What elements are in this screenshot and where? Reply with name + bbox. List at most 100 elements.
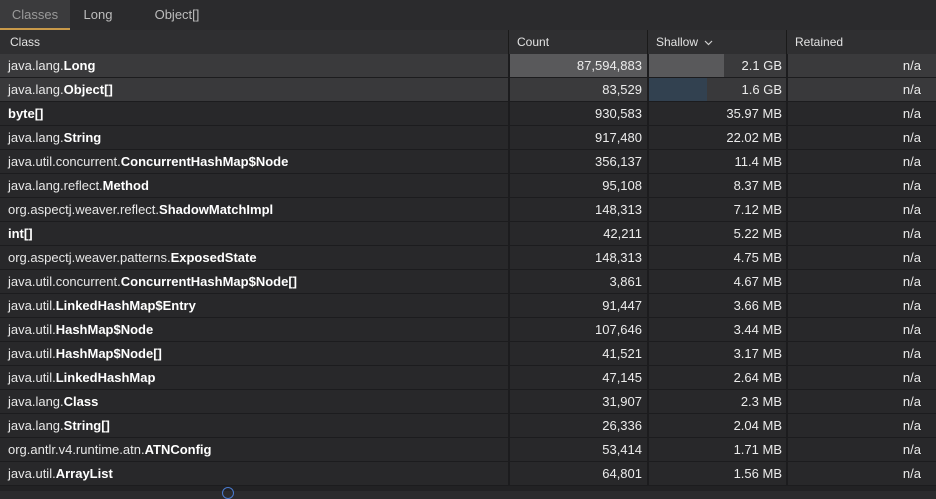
simple-class-name: byte[] [8,106,44,121]
table-row[interactable]: java.lang.String 917,480 22.02 MB n/a [0,126,936,150]
count-cell: 83,529 [510,78,647,101]
retained-cell-value: n/a [902,58,921,73]
count-cell: 148,313 [510,246,647,269]
column-separator [647,150,649,173]
class-name-cell: java.lang.String[] [0,414,508,437]
column-separator [647,246,649,269]
shallow-cell-value: 1.6 GB [741,82,782,97]
column-header-class[interactable]: Class [10,30,40,54]
package-name: java.lang. [8,394,64,409]
table-row[interactable]: java.lang.String[] 26,336 2.04 MB n/a [0,414,936,438]
table-header: Class Count Shallow Retained [0,30,936,55]
retained-cell-value: n/a [902,274,921,289]
column-divider[interactable] [647,30,648,54]
table-row[interactable]: org.antlr.v4.runtime.atn.ATNConfig 53,414… [0,438,936,462]
shallow-cell: 1.71 MB [649,438,786,461]
class-name-cell: java.util.ArrayList [0,462,508,485]
table-row[interactable]: java.lang.Long 87,594,883 2.1 GB n/a [0,54,936,78]
column-separator [508,294,510,317]
table-row[interactable]: org.aspectj.weaver.reflect.ShadowMatchIm… [0,198,936,222]
column-separator [647,270,649,293]
retained-cell: n/a [788,294,936,317]
retained-cell-value: n/a [902,370,921,385]
tab-object-array[interactable]: Object[] [148,0,206,30]
retained-cell: n/a [788,366,936,389]
retained-cell: n/a [788,222,936,245]
simple-class-name: LinkedHashMap$Entry [55,298,196,313]
shallow-cell-value: 1.56 MB [733,466,782,481]
table-row[interactable]: org.aspectj.weaver.patterns.ExposedState… [0,246,936,270]
count-cell-value: 53,414 [602,442,642,457]
tab-classes[interactable]: Classes [0,0,70,30]
column-header-shallow[interactable]: Shallow [656,30,713,54]
class-name-cell: java.util.HashMap$Node [0,318,508,341]
count-cell-value: 31,907 [602,394,642,409]
table-row[interactable]: java.util.LinkedHashMap$Entry 91,447 3.66 … [0,294,936,318]
column-separator [508,462,510,485]
table-row[interactable]: java.util.ArrayList 64,801 1.56 MB n/a [0,462,936,486]
column-separator [786,198,788,221]
table-row[interactable]: java.lang.Object[] 83,529 1.6 GB n/a [0,78,936,102]
count-cell: 3,861 [510,270,647,293]
simple-class-name: LinkedHashMap [55,370,156,385]
retained-cell-value: n/a [902,154,921,169]
table-row[interactable]: int[] 42,211 5.22 MB n/a [0,222,936,246]
table-row[interactable]: java.lang.Class 31,907 2.3 MB n/a [0,390,936,414]
simple-class-name: Long [63,58,96,73]
column-separator [508,342,510,365]
chevron-down-icon [704,40,713,46]
class-name-cell: org.aspectj.weaver.reflect.ShadowMatchIm… [0,198,508,221]
column-separator [647,222,649,245]
shallow-cell: 7.12 MB [649,198,786,221]
class-name-cell: java.util.LinkedHashMap [0,366,508,389]
shallow-cell-value: 35.97 MB [726,106,782,121]
column-separator [786,318,788,341]
count-cell-value: 356,137 [595,154,642,169]
table-row[interactable]: java.util.HashMap$Node[] 41,521 3.17 MB n/a [0,342,936,366]
shallow-cell-value: 5.22 MB [733,226,782,241]
retained-cell: n/a [788,342,936,365]
count-cell-value: 64,801 [602,466,642,481]
table-row[interactable]: byte[] 930,583 35.97 MB n/a [0,102,936,126]
count-cell: 91,447 [510,294,647,317]
shallow-cell: 35.97 MB [649,102,786,125]
column-separator [508,198,510,221]
class-name-cell: java.lang.Object[] [0,78,508,101]
shallow-cell-value: 2.1 GB [741,58,782,73]
column-separator [508,246,510,269]
retained-cell-value: n/a [902,418,921,433]
column-separator [508,150,510,173]
column-separator [647,438,649,461]
scroll-indicator-icon [222,487,234,499]
retained-cell-value: n/a [902,298,921,313]
column-separator [786,366,788,389]
table-row[interactable]: java.util.concurrent.ConcurrentHashMap$N… [0,150,936,174]
count-cell-value: 148,313 [595,250,642,265]
table-row[interactable]: java.util.HashMap$Node 107,646 3.44 MB n/a [0,318,936,342]
column-separator [508,438,510,461]
retained-cell: n/a [788,390,936,413]
column-header-count[interactable]: Count [517,30,549,54]
package-name: java.util. [8,322,56,337]
column-header-retained[interactable]: Retained [795,30,843,54]
shallow-cell: 3.44 MB [649,318,786,341]
shallow-cell: 3.17 MB [649,342,786,365]
shallow-cell-value: 11.4 MB [734,154,782,169]
column-divider[interactable] [508,30,509,54]
count-cell-value: 47,145 [602,370,642,385]
table-row[interactable]: java.lang.reflect.Method 95,108 8.37 MB n/a [0,174,936,198]
column-divider[interactable] [786,30,787,54]
table-row[interactable]: java.util.LinkedHashMap 47,145 2.64 MB n/a [0,366,936,390]
shallow-cell-value: 8.37 MB [733,178,782,193]
column-separator [647,318,649,341]
shallow-cell: 11.4 MB [649,150,786,173]
column-separator [508,102,510,125]
count-cell-value: 95,108 [602,178,642,193]
shallow-cell-value: 2.04 MB [733,418,782,433]
simple-class-name: ExposedState [170,250,257,265]
tab-long[interactable]: Long [74,0,122,30]
package-name: java.util. [8,298,56,313]
table-row[interactable]: java.util.concurrent.ConcurrentHashMap$N… [0,270,936,294]
column-separator [508,366,510,389]
simple-class-name: String [63,130,102,145]
